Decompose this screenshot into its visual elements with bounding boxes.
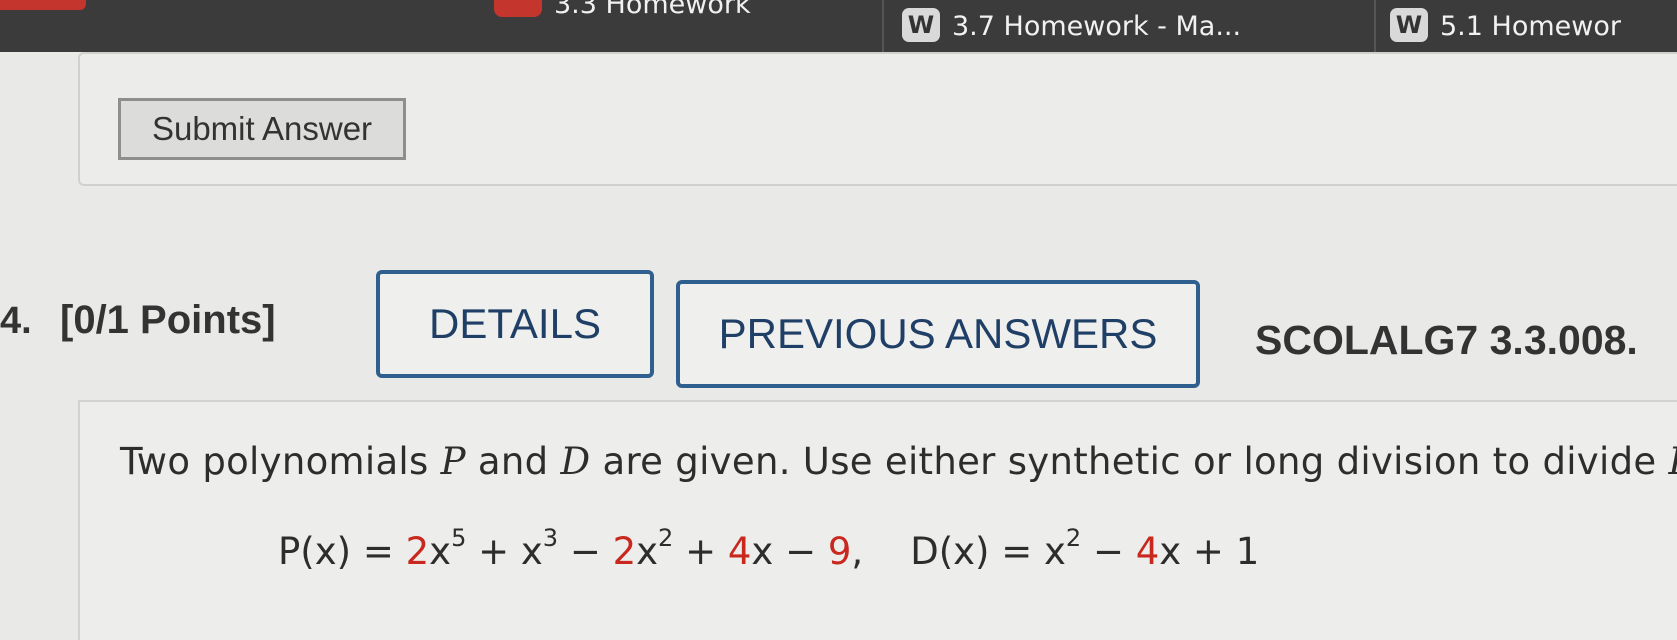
details-button[interactable]: DETAILS [376, 270, 654, 378]
p-term4-var: x [751, 530, 773, 573]
prompt-text: Two polynomials [120, 440, 441, 483]
prompt-variable-d: D [560, 440, 590, 483]
d-term3: 1 [1236, 530, 1260, 573]
question-points: [0/1 Points] [60, 298, 276, 343]
p-term3-var: x [636, 530, 658, 573]
p-term1-var: x [429, 530, 451, 573]
p-op1: + [466, 530, 521, 573]
prompt-text: and [466, 440, 561, 483]
question-prompt: Two polynomials P and D are given. Use e… [120, 440, 1677, 483]
d-term1-exp: 2 [1066, 524, 1081, 552]
p-op2: − [558, 530, 613, 573]
prompt-tail: P(x [1669, 440, 1677, 483]
question-body-panel [78, 400, 1677, 640]
browser-tab-bar: 3.3 Homework W 3.7 Homework - Ma... W 5.… [0, 0, 1677, 52]
submit-answer-button[interactable]: Submit Answer [118, 98, 406, 160]
d-term1-var: x [1044, 530, 1066, 573]
prompt-variable-p: P [441, 440, 466, 483]
p-term4-coef: 4 [728, 530, 752, 573]
question-code: SCOLALG7 3.3.008. [1255, 317, 1638, 364]
p-term1-exp: 5 [451, 524, 466, 552]
d-term2-var: x [1159, 530, 1181, 573]
p-term2-exp: 3 [543, 524, 558, 552]
p-op4: − [773, 530, 828, 573]
previous-answers-button[interactable]: PREVIOUS ANSWERS [676, 280, 1200, 388]
browser-tab-label: 5.1 Homewor [1440, 11, 1621, 42]
p-term1-coef: 2 [406, 530, 430, 573]
webassign-w-icon: W [1390, 8, 1428, 42]
p-term5: 9 [828, 530, 852, 573]
p-term3-exp: 2 [658, 524, 673, 552]
p-term3-coef: 2 [613, 530, 637, 573]
prompt-text: are given. Use either synthetic or long … [590, 440, 1668, 483]
p-term2-var: x [521, 530, 543, 573]
polynomial-equation: P(x) = 2x5 + x3 − 2x2 + 4x − 9, D(x) = x… [278, 530, 1259, 573]
d-op1: − [1081, 530, 1136, 573]
equation-separator: , [851, 530, 910, 573]
d-term2-coef: 4 [1136, 530, 1160, 573]
d-lhs: D(x) = [910, 530, 1044, 573]
browser-tab-3-7-homework[interactable]: W 3.7 Homework - Ma... [882, 0, 1374, 52]
p-lhs: P(x) = [278, 530, 406, 573]
question-number: 4. [0, 300, 32, 343]
d-op2: + [1181, 530, 1236, 573]
active-tab-indicator [0, 0, 86, 10]
p-op3: + [673, 530, 728, 573]
browser-tab-label: 3.3 Homework [554, 0, 751, 20]
browser-tab-5-1-homework[interactable]: W 5.1 Homewor [1374, 0, 1677, 52]
browser-tab-3-3-homework[interactable]: 3.3 Homework [480, 0, 882, 30]
site-logo-icon [494, 0, 542, 17]
webassign-w-icon: W [902, 8, 940, 42]
browser-tab-label: 3.7 Homework - Ma... [952, 11, 1241, 42]
